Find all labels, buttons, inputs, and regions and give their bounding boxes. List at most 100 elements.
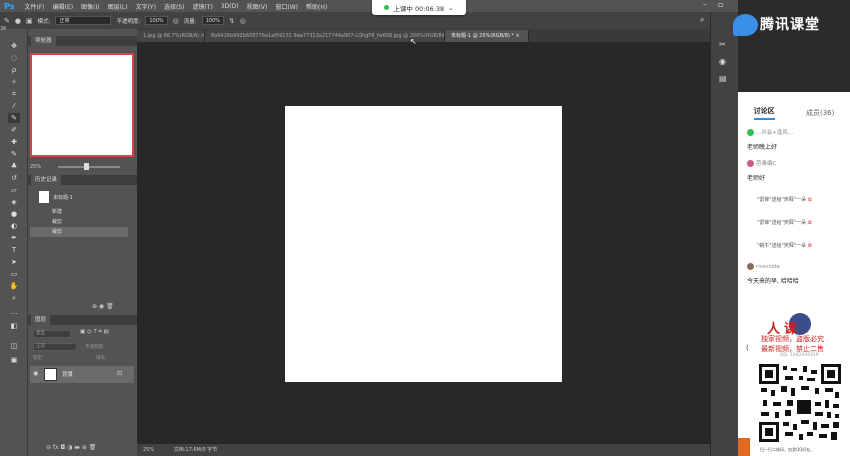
menu-file[interactable]: 文件(F) <box>20 2 48 11</box>
brush-preset-icon[interactable]: ● <box>15 17 21 25</box>
doc-tab[interactable]: 1.jpg @ 66.7%(RGB/8) × <box>137 30 205 42</box>
layer-filter-icons[interactable]: ▣ ◎ T ⌗ ▤ <box>80 329 109 336</box>
photoshop-logo-icon: Ps <box>4 1 15 11</box>
mouse-cursor-icon: ↖ <box>410 37 417 46</box>
type-tool-icon[interactable]: T <box>8 245 20 255</box>
ruler-mark: 36 <box>0 26 7 32</box>
zoom-tool-icon[interactable]: ⌕ <box>8 293 20 303</box>
history-item[interactable]: 裁剪 <box>30 227 128 237</box>
menu-type[interactable]: 文字(Y) <box>132 2 160 11</box>
brush-tool-icon[interactable]: ✎ <box>4 17 10 25</box>
pressure-opacity-icon[interactable]: ◎ <box>173 17 179 25</box>
menu-select[interactable]: 选择(S) <box>160 2 189 11</box>
move-tool-icon[interactable]: ✥ <box>8 41 20 51</box>
mode-select[interactable]: 正常 <box>55 16 112 25</box>
history-panel-header: 历史记录 <box>28 175 137 185</box>
menu-window[interactable]: 窗口(W) <box>271 2 302 11</box>
menu-layer[interactable]: 图层(L) <box>104 2 132 11</box>
screen-mode-icon[interactable]: ▣ <box>8 355 20 365</box>
side-tab[interactable] <box>738 438 750 456</box>
qr-code <box>759 364 841 442</box>
minimize-icon[interactable]: – <box>703 0 707 9</box>
eraser-tool-icon[interactable]: ▱ <box>8 185 20 195</box>
healing-tool-icon[interactable]: ✚ <box>8 137 20 147</box>
magic-wand-tool-icon[interactable]: ✧ <box>8 77 20 87</box>
restore-icon[interactable]: ▫ <box>718 0 723 9</box>
fill-label: 填充: <box>96 356 107 361</box>
menu-image[interactable]: 图像(I) <box>77 2 103 11</box>
history-snapshot-row[interactable]: 未标题-1 <box>30 190 130 205</box>
class-status-pill[interactable]: 上课中 00:06:38 ⌄ <box>372 0 466 15</box>
lasso-tool-icon[interactable]: ρ <box>8 65 20 75</box>
flow-field[interactable]: 100% <box>201 16 224 25</box>
menu-3d[interactable]: 3D(D) <box>217 3 243 10</box>
crop-tool-icon[interactable]: ⌗ <box>8 89 20 99</box>
hand-tool-icon[interactable]: ✋ <box>8 281 20 291</box>
airbrush-icon[interactable]: ↯ <box>229 17 235 25</box>
chat-user[interactable]: 芭乘编C <box>747 159 776 167</box>
menu-filter[interactable]: 滤镜(T) <box>188 2 216 11</box>
history-brush-tool-icon[interactable]: ↺ <box>8 173 20 183</box>
pencil-tool-icon[interactable]: ✐ <box>8 125 20 135</box>
live-dot-icon <box>384 5 390 10</box>
chat-username: 芭乘编C <box>756 161 777 167</box>
marquee-tool-icon[interactable]: ◌ <box>8 53 20 63</box>
swatch-icon[interactable]: ◉ <box>719 57 726 66</box>
chat-user[interactable]: ...许会+逢风... <box>747 128 793 136</box>
tab-layers[interactable]: 图层 <box>31 315 51 325</box>
chat-tabs: 讨论区 成员(36) <box>738 104 850 122</box>
dodge-tool-icon[interactable]: ◐ <box>8 221 20 231</box>
doc-tab-active[interactable]: 未标题-1 @ 25%(RGB/8) * × <box>445 30 529 42</box>
navigator-zoom-slider[interactable] <box>58 166 120 168</box>
menu-edit[interactable]: 编辑(E) <box>49 2 77 11</box>
menu-view[interactable]: 视图(V) <box>243 2 272 11</box>
tab-members[interactable]: 成员(36) <box>806 108 834 118</box>
brush-panel-icon[interactable]: ▣ <box>26 17 33 25</box>
brush-tool-icon[interactable]: ✎ <box>8 113 20 123</box>
clone-stamp-tool-icon[interactable]: ♣ <box>8 161 20 171</box>
opacity-field[interactable]: 100% <box>145 16 168 25</box>
layers-filter-kind[interactable]: 类型 <box>33 330 71 338</box>
history-item[interactable]: 裁剪 <box>30 217 128 227</box>
navigator-preview[interactable] <box>30 53 134 157</box>
document-canvas[interactable] <box>285 106 562 382</box>
menu-help[interactable]: 帮助(H) <box>302 2 331 11</box>
tab-discussion[interactable]: 讨论区 <box>753 106 775 120</box>
quick-mask-icon[interactable]: ◫ <box>8 341 20 351</box>
history-footer-icons[interactable]: ⊕ ◉ 🗑 <box>92 303 114 310</box>
status-doc-info[interactable]: 文档:17.6M/0 字节 <box>174 447 218 453</box>
gift-notice: "雷锋"送给"荧藓"一朵 ✿ <box>757 197 812 203</box>
doc-tab[interactable]: 8a6416b992b608776e1af59131 9ea77313a2177… <box>205 30 445 42</box>
blend-mode-select[interactable]: 正常 <box>33 343 77 351</box>
color-swatches-icon[interactable]: ◧ <box>8 321 20 331</box>
class-status-text: 上课中 00:06:38 <box>393 4 445 13</box>
blur-tool-icon[interactable]: ● <box>8 209 20 219</box>
tencent-brand: 腾讯课堂 <box>760 17 820 33</box>
flower-icon: ✿ <box>807 243 812 249</box>
layer-name[interactable]: 背景 <box>62 370 73 378</box>
status-zoom[interactable]: 25% <box>143 447 154 453</box>
layers-panel-header: 图层 <box>28 315 137 325</box>
tab-navigator[interactable]: 导航器 <box>31 36 56 46</box>
eye-icon[interactable]: ◉ <box>33 370 38 377</box>
eyedropper-tool-icon[interactable]: ⁄ <box>8 101 20 111</box>
paint-bucket-tool-icon[interactable]: ◈ <box>8 197 20 207</box>
mixer-brush-tool-icon[interactable]: ✎ <box>8 149 20 159</box>
libraries-icon[interactable]: ▤ <box>719 74 727 83</box>
status-bar: 25% 文档:17.6M/0 字节 <box>137 444 710 456</box>
path-select-tool-icon[interactable]: ➤ <box>8 257 20 267</box>
tab-history[interactable]: 历史记录 <box>31 175 62 185</box>
chat-user[interactable]: riverside <box>747 263 780 270</box>
navigator-zoom[interactable]: 25% <box>30 164 41 170</box>
more-tools-icon[interactable]: … <box>8 307 20 317</box>
rectangle-tool-icon[interactable]: ▭ <box>8 269 20 279</box>
chat-message: 今天来的早, 哈哈哈 <box>747 278 799 285</box>
search-icon[interactable]: ⌕ <box>700 15 704 25</box>
promo-qq: QQ: 1042445419 <box>780 353 819 358</box>
pen-tool-icon[interactable]: ✒ <box>8 233 20 243</box>
layers-footer-icons[interactable]: ⊖ fx ◘ ◑ ▬ ⊕ 🗑 <box>46 444 96 451</box>
zoom-slider-thumb[interactable] <box>84 163 89 170</box>
history-item[interactable]: 新建 <box>30 207 128 217</box>
pressure-size-icon[interactable]: ◎ <box>240 17 246 25</box>
tools-icon[interactable]: ✂ <box>719 40 726 49</box>
